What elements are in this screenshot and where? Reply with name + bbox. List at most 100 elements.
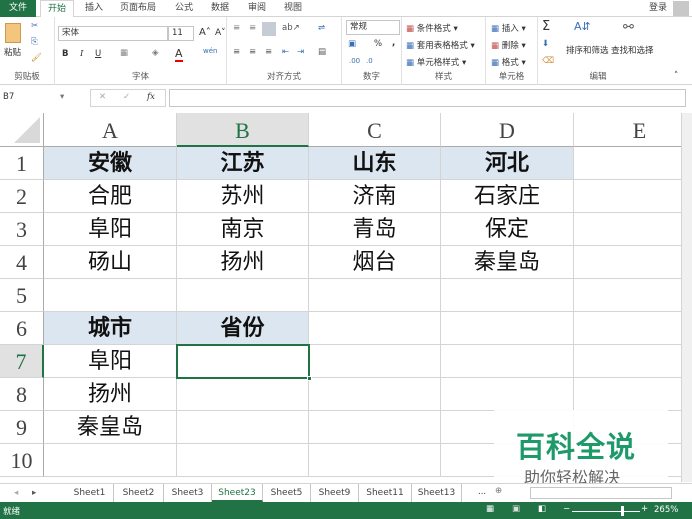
cell-B2[interactable]: 苏州 <box>177 180 309 213</box>
font-name-select[interactable]: 宋体 <box>58 26 168 41</box>
cell-A5[interactable] <box>44 279 177 312</box>
clear-icon[interactable]: ⌫ <box>542 56 554 66</box>
border-icon[interactable]: ▦ <box>120 48 128 58</box>
align-left-icon[interactable]: ≡ <box>233 47 240 57</box>
wrap-text-icon[interactable]: ⇌ <box>318 23 325 33</box>
cell-C5[interactable] <box>309 279 441 312</box>
sheet-tab-sheet9[interactable]: Sheet9 <box>311 484 359 502</box>
increase-indent-icon[interactable]: ⇥ <box>297 47 304 57</box>
cell-A10[interactable] <box>44 444 177 477</box>
autosum-icon[interactable]: Σ <box>542 19 550 34</box>
italic-button[interactable]: I <box>80 49 83 59</box>
cell-A1[interactable]: 安徽 <box>44 147 177 180</box>
phonetic-icon[interactable]: wén <box>203 47 217 55</box>
tab-insert[interactable]: 插入 <box>80 0 108 17</box>
tab-data[interactable]: 数据 <box>206 0 234 17</box>
cell-B5[interactable] <box>177 279 309 312</box>
name-box-dropdown-icon[interactable]: ▾ <box>60 92 64 102</box>
align-top-icon[interactable]: ≡ <box>233 23 240 33</box>
cell-C10[interactable] <box>309 444 441 477</box>
insert-function-button[interactable]: fx <box>147 92 155 102</box>
font-size-select[interactable]: 11 <box>168 26 194 41</box>
cell-C9[interactable] <box>309 411 441 444</box>
cell-D5[interactable] <box>441 279 574 312</box>
user-avatar-icon[interactable] <box>673 1 689 16</box>
increase-font-icon[interactable]: A˄ <box>199 27 211 38</box>
cut-icon[interactable]: ✂ <box>31 21 38 31</box>
row-header-9[interactable]: 9 <box>0 411 44 444</box>
accounting-icon[interactable]: ▣ <box>348 39 356 49</box>
cell-C8[interactable] <box>309 378 441 411</box>
sheet-tab-sheet11[interactable]: Sheet11 <box>359 484 412 502</box>
cell-A2[interactable]: 合肥 <box>44 180 177 213</box>
name-box[interactable]: B7 <box>0 89 68 107</box>
cell-E7[interactable] <box>574 345 692 378</box>
more-sheets-button[interactable]: ... <box>478 487 486 497</box>
comma-button[interactable]: , <box>392 38 395 48</box>
cell-B9[interactable] <box>177 411 309 444</box>
cancel-icon[interactable]: ✕ <box>99 92 106 102</box>
sheet-tab-sheet2[interactable]: Sheet2 <box>114 484 164 502</box>
decrease-font-icon[interactable]: A˅ <box>215 28 226 38</box>
cell-C2[interactable]: 济南 <box>309 180 441 213</box>
tab-page-layout[interactable]: 页面布局 <box>116 0 160 17</box>
zoom-slider[interactable] <box>572 511 640 512</box>
copy-icon[interactable]: ⎘ <box>31 37 38 47</box>
paste-button[interactable]: 粘贴 <box>4 46 21 58</box>
fill-icon[interactable]: ⬇ <box>542 39 549 49</box>
select-all-button[interactable] <box>0 113 44 147</box>
cell-A3[interactable]: 阜阳 <box>44 213 177 246</box>
horizontal-scrollbar[interactable] <box>530 487 672 499</box>
font-color-icon[interactable]: A <box>175 47 183 62</box>
next-sheet-icon[interactable]: ▸ <box>32 488 36 498</box>
format-cells-button[interactable]: ▦ 格式 ▾ <box>491 56 526 68</box>
enter-icon[interactable]: ✓ <box>123 92 130 102</box>
column-header-D[interactable]: D <box>441 113 574 147</box>
row-header-5[interactable]: 5 <box>0 279 44 312</box>
cell-C3[interactable]: 青岛 <box>309 213 441 246</box>
cell-B8[interactable] <box>177 378 309 411</box>
sheet-tab-sheet23[interactable]: Sheet23 <box>212 484 263 502</box>
paste-icon[interactable] <box>5 23 21 43</box>
cell-B6[interactable]: 省份 <box>177 312 309 345</box>
vertical-scrollbar[interactable] <box>681 113 692 482</box>
cell-E3[interactable] <box>574 213 692 246</box>
zoom-slider-thumb[interactable] <box>621 506 624 516</box>
format-painter-icon[interactable]: 🖌 <box>31 53 42 63</box>
sheet-tab-sheet1[interactable]: Sheet1 <box>66 484 114 502</box>
new-sheet-icon[interactable]: ⊕ <box>495 486 502 496</box>
fill-handle[interactable] <box>307 376 312 381</box>
conditional-format-button[interactable]: ▦ 条件格式 ▾ <box>406 22 458 34</box>
row-header-2[interactable]: 2 <box>0 180 44 213</box>
cell-D3[interactable]: 保定 <box>441 213 574 246</box>
row-header-4[interactable]: 4 <box>0 246 44 279</box>
formula-input[interactable] <box>169 89 686 107</box>
cell-B10[interactable] <box>177 444 309 477</box>
bold-button[interactable]: B <box>62 49 68 59</box>
number-format-select[interactable]: 常规 <box>346 20 400 35</box>
cell-E1[interactable] <box>574 147 692 180</box>
align-middle-icon[interactable]: ≡ <box>249 23 256 33</box>
row-header-1[interactable]: 1 <box>0 147 44 180</box>
merge-center-icon[interactable]: ▤ <box>318 47 326 57</box>
align-right-icon[interactable]: ≡ <box>265 47 272 57</box>
tab-view[interactable]: 视图 <box>279 0 307 17</box>
cell-E4[interactable] <box>574 246 692 279</box>
sheet-tab-sheet3[interactable]: Sheet3 <box>164 484 212 502</box>
cell-E8[interactable] <box>574 378 692 411</box>
login-link[interactable]: 登录 <box>646 0 670 17</box>
sheet-tab-sheet5[interactable]: Sheet5 <box>263 484 311 502</box>
cell-E2[interactable] <box>574 180 692 213</box>
cell-D2[interactable]: 石家庄 <box>441 180 574 213</box>
normal-view-icon[interactable]: ▦ <box>486 504 494 514</box>
tab-file[interactable]: 文件 <box>0 0 36 17</box>
zoom-level[interactable]: 265% <box>654 505 678 515</box>
cell-A9[interactable]: 秦皇岛 <box>44 411 177 444</box>
percent-button[interactable]: % <box>374 39 382 49</box>
increase-decimal-icon[interactable]: .00 <box>349 57 360 65</box>
format-as-table-button[interactable]: ▦ 套用表格格式 ▾ <box>406 39 475 51</box>
row-header-8[interactable]: 8 <box>0 378 44 411</box>
cell-E6[interactable] <box>574 312 692 345</box>
cell-A6[interactable]: 城市 <box>44 312 177 345</box>
find-select-button[interactable]: 查找和选择 <box>611 44 654 56</box>
